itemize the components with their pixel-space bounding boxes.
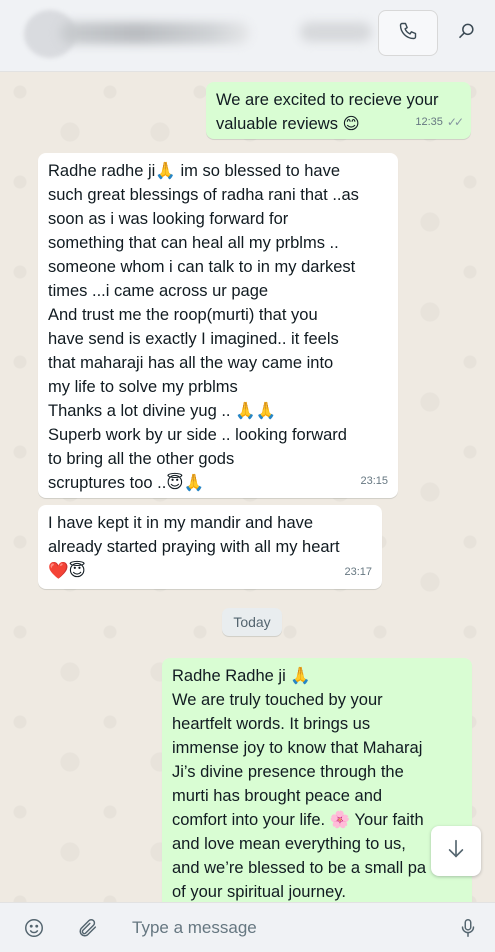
message-bubble-incoming[interactable]: I have kept it in my mandir and have alr… [38,505,382,589]
search-button[interactable] [452,18,482,48]
message-meta: 23:17 [344,560,372,584]
message-time: 23:15 [360,475,388,487]
message-bubble-incoming[interactable]: Radhe radhe ji🙏 im so blessed to have su… [38,153,398,498]
contact-info-redacted [300,22,372,42]
message-text: I have kept it in my mandir and have alr… [48,514,340,580]
date-separator: Today [222,608,282,636]
chat-header [0,0,495,72]
message-bubble-outgoing[interactable]: We are excited to recieve your valuable … [206,82,471,139]
search-icon [457,21,477,46]
message-time: 12:35 [415,116,443,128]
microphone-icon[interactable] [456,916,480,940]
voice-call-button[interactable] [378,10,438,56]
message-text: Radhe Radhe ji 🙏 We are truly touched by… [172,667,427,901]
smiley-icon[interactable] [22,916,46,940]
message-list[interactable]: We are excited to recieve your valuable … [0,72,495,902]
message-meta: 23:15 [360,469,388,493]
message-bubble-outgoing[interactable]: Radhe Radhe ji 🙏 We are truly touched by… [162,658,472,902]
paperclip-icon[interactable] [76,916,100,940]
message-text: Radhe radhe ji🙏 im so blessed to have su… [48,162,359,492]
scroll-to-bottom-button[interactable] [431,826,481,876]
double-check-icon: ✓✓ [446,115,464,129]
compose-bar [0,902,495,952]
arrow-down-icon [445,838,467,865]
message-meta: 12:35 ✓✓ [415,110,464,134]
contact-name-redacted[interactable] [60,22,250,44]
message-input[interactable] [122,911,442,945]
message-time: 23:17 [344,566,372,578]
phone-icon [398,21,418,46]
